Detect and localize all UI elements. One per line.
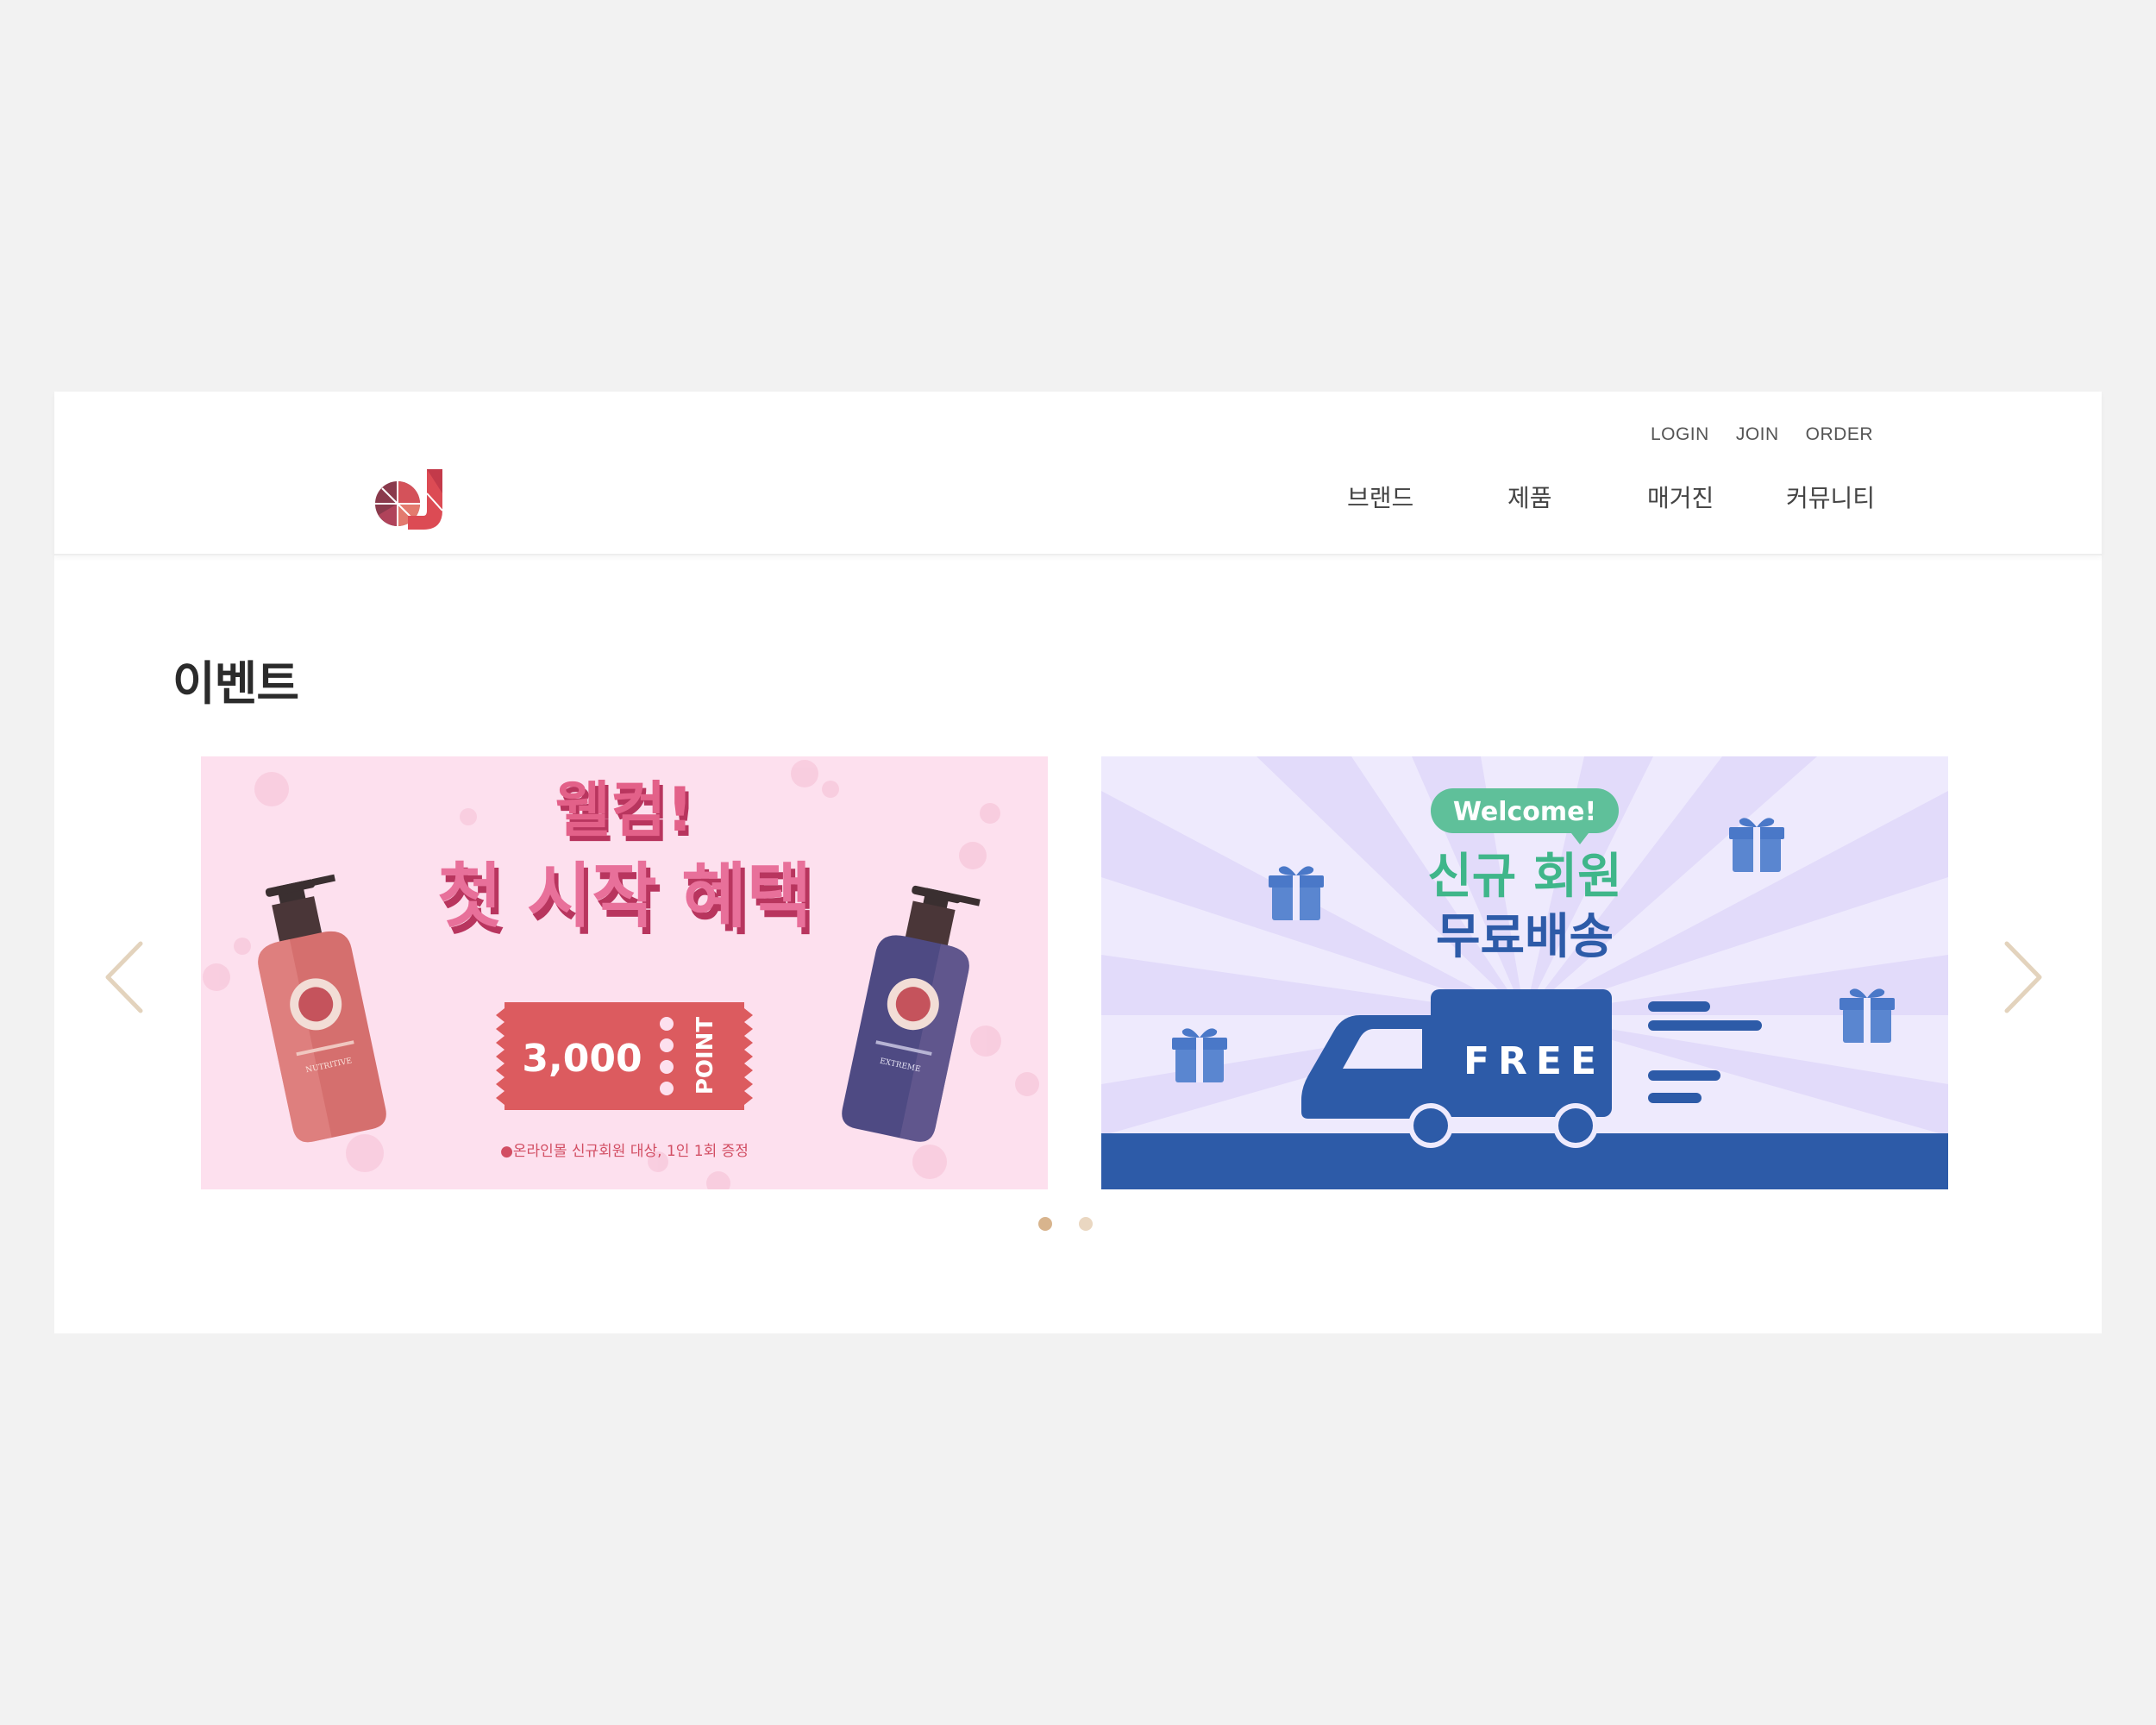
banner1-footnote: ●온라인몰 신규회원 대상, 1인 1회 증정 xyxy=(500,1143,749,1160)
pager-dot-2[interactable] xyxy=(1079,1217,1093,1231)
banner2-headline-2: 무료배송 xyxy=(1436,909,1614,965)
main-nav: 브랜드 제품 매거진 커뮤니티 xyxy=(54,480,2102,514)
join-link[interactable]: JOIN xyxy=(1736,424,1779,445)
event-banner-free-shipping[interactable]: Welcome! 신규 회원 무료배송 FREE xyxy=(1101,756,1948,1189)
carousel-prev-arrow-icon[interactable] xyxy=(103,940,146,1014)
login-link[interactable]: LOGIN xyxy=(1651,424,1709,445)
banner1-headline-2: 첫 시작 혜택 xyxy=(437,856,812,938)
coupon-value: 3,000 xyxy=(522,1037,642,1081)
truck-text: FREE xyxy=(1463,1039,1605,1083)
event-banner-welcome-point[interactable]: NUTRITIVE EXTREME 웰컴! 웰컴! 첫 시작 혜택 첫 시작 혜… xyxy=(201,756,1048,1189)
coupon-unit: POINT xyxy=(693,1017,718,1095)
banner1-headline-1: 웰컴! xyxy=(555,775,694,845)
header: LOGIN JOIN ORDER 브랜드 제품 매거진 커뮤니티 xyxy=(54,392,2102,555)
banner2-headline-1: 신규 회원 xyxy=(1427,849,1622,905)
utility-nav: LOGIN JOIN ORDER xyxy=(1651,424,1873,445)
nav-item-products[interactable]: 제품 xyxy=(1507,480,1552,514)
banner2-badge: Welcome! xyxy=(1453,797,1596,827)
nav-item-magazine[interactable]: 매거진 xyxy=(1647,480,1714,514)
carousel-pager xyxy=(1038,1217,1093,1231)
nav-item-brand[interactable]: 브랜드 xyxy=(1347,480,1413,514)
pager-dot-1-active[interactable] xyxy=(1038,1217,1052,1231)
nav-item-community[interactable]: 커뮤니티 xyxy=(1786,480,1875,514)
order-link[interactable]: ORDER xyxy=(1806,424,1873,445)
event-section-title: 이벤트 xyxy=(172,656,299,711)
carousel-next-arrow-icon[interactable] xyxy=(2002,940,2045,1014)
